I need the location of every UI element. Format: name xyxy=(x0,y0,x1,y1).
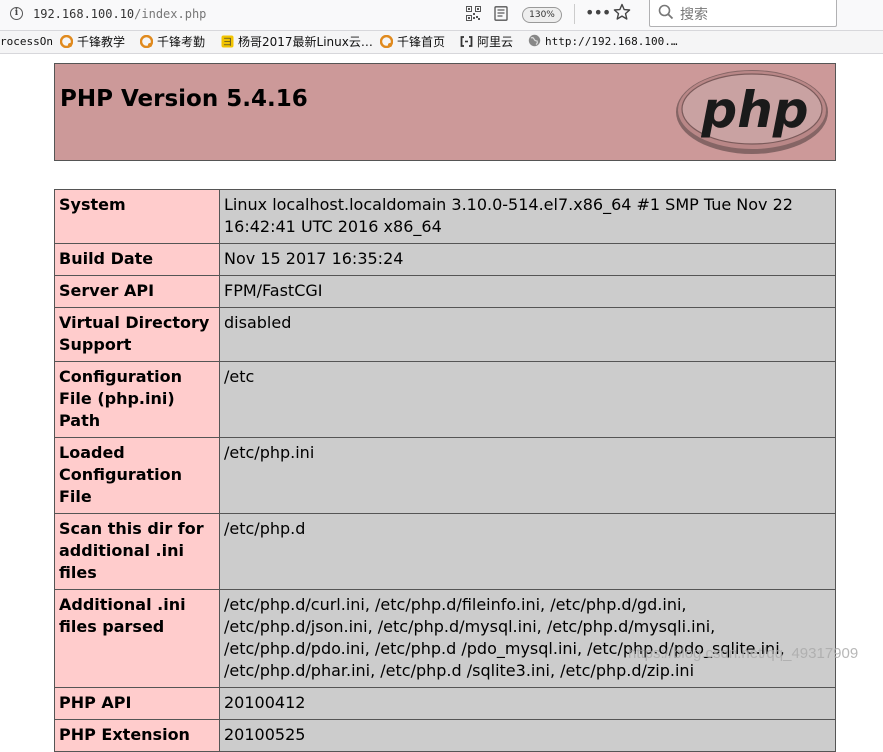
watermark: https://blog.csdn.net/qq_49317909 xyxy=(628,645,859,662)
row-key: Additional .ini files parsed xyxy=(54,589,220,688)
search-icon xyxy=(658,4,674,20)
bookmark-label: rocessOn xyxy=(0,35,53,48)
row-value: 20100412 xyxy=(219,687,836,720)
table-row: Scan this dir for additional .ini files … xyxy=(54,513,836,590)
url-host: 192.168.100.10 xyxy=(33,7,135,21)
aliyun-logo-icon xyxy=(460,36,473,47)
bookmark-label: http://192.168.100.… xyxy=(545,35,678,48)
address-bar[interactable]: i 192.168.100.10/index.php 130% ••• 搜索 xyxy=(0,0,883,31)
bookmark-label: 千锋教学 xyxy=(77,35,126,49)
table-row: Configuration File (php.ini) Path /etc xyxy=(54,361,836,438)
row-value: FPM/FastCGI xyxy=(219,275,836,308)
qianfeng-logo-icon xyxy=(140,35,153,48)
row-value: /etc xyxy=(219,361,836,438)
page-title: PHP Version 5.4.16 xyxy=(60,86,308,112)
qianfeng-logo-icon xyxy=(380,35,393,48)
table-row: System Linux localhost.localdomain 3.10.… xyxy=(54,189,836,244)
table-row: PHP API 20100412 xyxy=(54,687,836,720)
php-logo-icon[interactable]: php xyxy=(675,69,830,155)
php-logo-text: php xyxy=(700,81,808,139)
table-row: Build Date Nov 15 2017 16:35:24 xyxy=(54,243,836,276)
row-value: Nov 15 2017 16:35:24 xyxy=(219,243,836,276)
row-key: Loaded Configuration File xyxy=(54,437,220,514)
qianfeng-logo-icon xyxy=(60,35,73,48)
zoom-level-badge[interactable]: 130% xyxy=(522,7,562,23)
bookmark-yangge-linux[interactable]: 彐杨哥2017最新Linux云… xyxy=(221,34,373,50)
bookmark-processon[interactable]: rocessOn xyxy=(0,34,53,50)
row-key: Virtual Directory Support xyxy=(54,307,220,362)
toolbar-divider xyxy=(574,4,575,24)
info-icon[interactable]: i xyxy=(10,7,23,20)
row-key: Build Date xyxy=(54,243,220,276)
row-value: /etc/php.d xyxy=(219,513,836,590)
row-value: 20100525 xyxy=(219,719,836,752)
bookmark-label: 杨哥2017最新Linux云… xyxy=(238,35,373,49)
bookmark-qianfeng-home[interactable]: 千锋首页 xyxy=(380,34,445,50)
row-key: Configuration File (php.ini) Path xyxy=(54,361,220,438)
row-value: /etc/php.ini xyxy=(219,437,836,514)
bookmarks-toolbar: rocessOn 千锋教学 千锋考勤 彐杨哥2017最新Linux云… 千锋首页… xyxy=(0,31,883,54)
globe-icon xyxy=(528,34,541,47)
bookmark-local-ip[interactable]: http://192.168.100.… xyxy=(528,34,677,50)
url-field[interactable]: 192.168.100.10/index.php xyxy=(33,7,206,21)
php-info-table: System Linux localhost.localdomain 3.10.… xyxy=(54,189,836,752)
bookmark-page-icon: 彐 xyxy=(221,35,234,48)
table-row: Server API FPM/FastCGI xyxy=(54,275,836,308)
bookmark-label: 阿里云 xyxy=(477,35,514,49)
svg-text:彐: 彐 xyxy=(223,38,232,48)
row-key: System xyxy=(54,189,220,244)
more-actions-icon[interactable]: ••• xyxy=(585,3,611,22)
table-row: Loaded Configuration File /etc/php.ini xyxy=(54,437,836,514)
row-key: PHP API xyxy=(54,687,220,720)
bookmark-label: 千锋首页 xyxy=(397,35,446,49)
table-row: Additional .ini files parsed /etc/php.d/… xyxy=(54,589,836,688)
url-path: /index.php xyxy=(134,7,207,21)
row-value: disabled xyxy=(219,307,836,362)
bookmark-aliyun[interactable]: 阿里云 xyxy=(460,34,513,50)
table-row: PHP Extension 20100525 xyxy=(54,719,836,752)
row-value: Linux localhost.localdomain 3.10.0-514.e… xyxy=(219,189,836,244)
row-key: Server API xyxy=(54,275,220,308)
bookmark-qianfeng-attendance[interactable]: 千锋考勤 xyxy=(140,34,205,50)
search-placeholder: 搜索 xyxy=(680,7,708,23)
row-key: Scan this dir for additional .ini files xyxy=(54,513,220,590)
reader-view-icon[interactable] xyxy=(494,6,508,21)
qr-code-icon[interactable] xyxy=(466,6,481,21)
row-key: PHP Extension xyxy=(54,719,220,752)
row-value: /etc/php.d/curl.ini, /etc/php.d/fileinfo… xyxy=(219,589,836,688)
php-version-header: PHP Version 5.4.16 php xyxy=(54,63,836,161)
bookmark-star-icon[interactable] xyxy=(613,3,631,21)
table-row: Virtual Directory Support disabled xyxy=(54,307,836,362)
bookmark-qianfeng-teaching[interactable]: 千锋教学 xyxy=(60,34,125,50)
search-input[interactable]: 搜索 xyxy=(649,0,837,27)
bookmark-label: 千锋考勤 xyxy=(157,35,206,49)
